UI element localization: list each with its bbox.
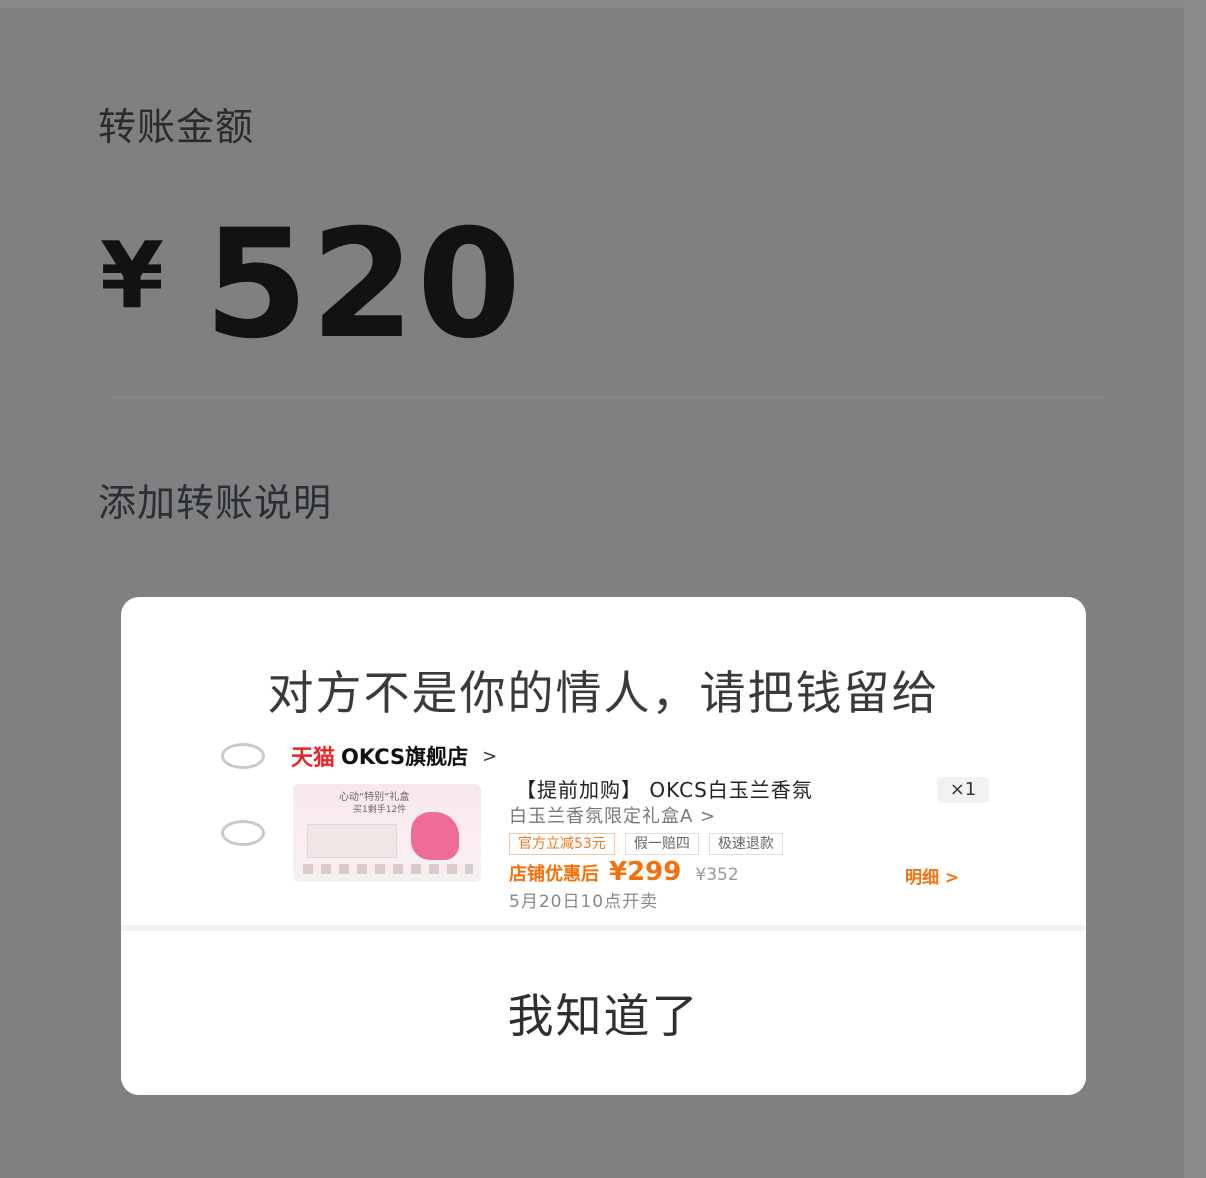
discounted-price: ¥299 [609, 857, 682, 887]
store-name: OKCS旗舰店 [341, 745, 469, 769]
tag-fake-compensation: 假一赔四 [624, 833, 699, 855]
chevron-right-icon: > [482, 745, 498, 767]
add-transfer-note-link[interactable]: 添加转账说明 [98, 472, 332, 527]
product-thumbnail[interactable]: 心动“特别”礼盒 买1剩手12件 [293, 784, 481, 882]
right-edge [1184, 0, 1206, 1178]
store-select-radio[interactable] [221, 743, 265, 769]
tmall-logo: 天猫 [291, 746, 336, 771]
alert-dialog: 对方不是你的情人，请把钱留给 天猫 OKCS旗舰店 > 心动“特别”礼盒 买1剩… [121, 597, 1086, 1095]
price-line: 店铺优惠后 ¥299 ¥352 [509, 857, 739, 891]
product-card: 天猫 OKCS旗舰店 > 心动“特别”礼盒 买1剩手12件 【提前加购】 OKC… [181, 739, 1021, 927]
sale-start-time: 5月20日10点开卖 [509, 892, 659, 912]
thumbnail-caption: 心动“特别”礼盒 [339, 792, 410, 803]
product-title[interactable]: 【提前加购】 OKCS白玉兰香氛 [516, 775, 813, 805]
original-price: ¥352 [695, 865, 739, 885]
tag-fast-refund: 极速退款 [708, 833, 783, 855]
dialog-title: 对方不是你的情人，请把钱留给 [267, 666, 940, 720]
amount-label: 转账金额 [98, 105, 255, 149]
acknowledge-button[interactable]: 我知道了 [121, 931, 1086, 1095]
thumbnail-subcaption: 买1剩手12件 [353, 805, 407, 815]
store-line[interactable]: 天猫 OKCS旗舰店 > [291, 739, 497, 773]
product-variant[interactable]: 白玉兰香氛限定礼盒A > [509, 803, 716, 831]
amount-divider [112, 396, 1102, 398]
product-strip-graphic [303, 864, 473, 874]
tag-official-discount: 官方立减53元 [509, 833, 615, 855]
currency-symbol: ¥ [100, 221, 165, 329]
price-label: 店铺优惠后 [509, 864, 599, 885]
figure-silhouette-graphic [411, 812, 459, 860]
amount-display[interactable]: ¥ 520 [100, 198, 523, 372]
gift-box-graphic [307, 824, 397, 858]
price-detail-link[interactable]: 明细 > [905, 863, 959, 888]
quantity-badge: ×1 [937, 777, 989, 803]
amount-value: 520 [204, 198, 524, 372]
promo-tags: 官方立减53元 假一赔四 极速退款 [509, 833, 783, 855]
top-bar [0, 0, 1206, 8]
product-select-radio[interactable] [221, 820, 265, 846]
